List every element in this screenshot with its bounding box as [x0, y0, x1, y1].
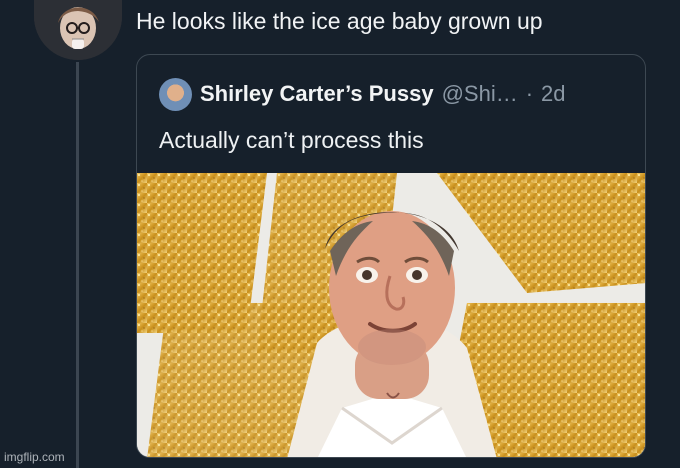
quoted-user-display-name[interactable]: Shirley Carter’s Pussy — [200, 81, 434, 107]
quote-header: Shirley Carter’s Pussy @Shi… · 2d — [159, 77, 566, 111]
profile-avatar[interactable] — [34, 0, 122, 60]
quoted-user-handle[interactable]: @Shi… — [442, 81, 518, 107]
tweet-text: He looks like the ice age baby grown up — [136, 8, 543, 34]
time-separator: · — [525, 81, 534, 106]
avatar-photo — [34, 0, 122, 60]
thread-line — [76, 62, 79, 468]
quoted-tweet-text: Actually can’t process this — [159, 127, 424, 153]
man-photo — [137, 173, 645, 457]
watermark-label: imgflip.com — [4, 450, 65, 464]
quoted-user-avatar[interactable] — [159, 77, 192, 111]
quoted-tweet-image[interactable] — [137, 173, 645, 457]
quoted-tweet-timestamp[interactable]: 2d — [541, 81, 565, 107]
quote-tweet-card[interactable]: Shirley Carter’s Pussy @Shi… · 2d Actual… — [136, 54, 646, 458]
